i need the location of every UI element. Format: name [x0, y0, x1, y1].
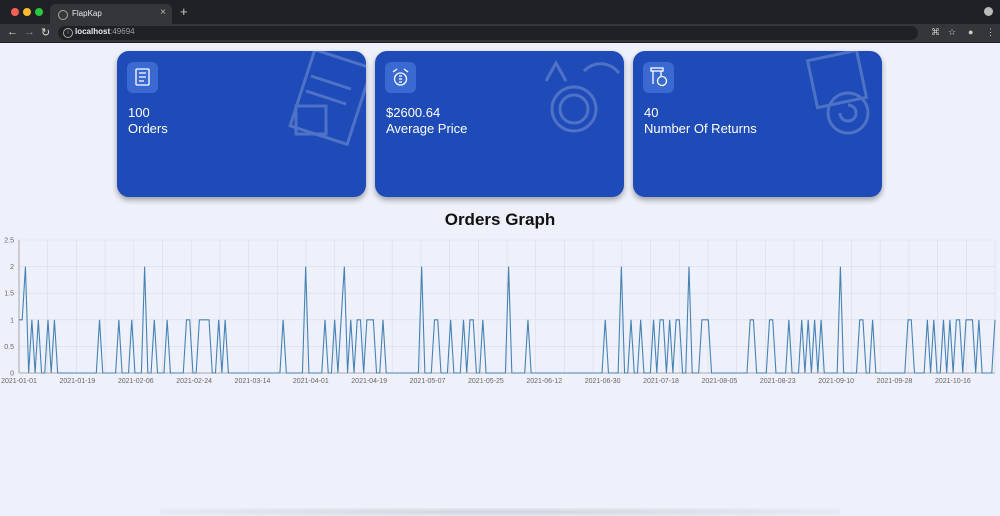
x-tick-label: 2021-03-14 — [235, 378, 271, 385]
close-tab-icon[interactable]: × — [160, 7, 166, 18]
orders-checklist-icon — [127, 62, 158, 93]
close-window-button[interactable] — [11, 8, 19, 16]
profile-icon[interactable]: ● — [968, 27, 973, 37]
y-tick-label: 1.5 — [4, 291, 14, 298]
extension-icon[interactable]: ⌘ — [931, 27, 940, 38]
returns-box-icon — [643, 62, 674, 93]
forward-arrow-icon[interactable]: → — [24, 26, 35, 38]
browser-menu-icon[interactable] — [984, 7, 993, 16]
y-tick-label: 0.5 — [4, 344, 14, 351]
x-tick-label: 2021-02-24 — [176, 378, 212, 385]
orders-label: Orders — [128, 121, 168, 136]
address-bar[interactable]: i localhost:49694 — [58, 26, 918, 40]
x-tick-label: 2021-01-01 — [1, 378, 37, 385]
back-arrow-icon[interactable]: ← — [7, 26, 18, 38]
x-tick-label: 2021-09-28 — [877, 378, 913, 385]
x-tick-label: 2021-08-23 — [760, 378, 796, 385]
site-info-icon[interactable]: i — [63, 28, 73, 38]
x-tick-label: 2021-08-05 — [701, 378, 737, 385]
url-text: localhost:49694 — [75, 27, 135, 36]
orders-card: 100 Orders — [117, 51, 366, 197]
returns-decoration-icon — [805, 51, 870, 135]
orders-line-chart: 0 0.5 1 1.5 2 2.5 2021-01-01 2021-01-19 2021-02-… — [1, 238, 996, 385]
y-tick-label: 0 — [10, 371, 14, 378]
orders-decoration-icon — [288, 51, 366, 147]
price-money-icon — [385, 62, 416, 93]
page-bottom-shadow — [160, 508, 840, 516]
returns-card: 40 Number Of Returns — [633, 51, 882, 197]
y-tick-label: 2 — [10, 264, 14, 271]
x-tick-label: 2021-02-06 — [118, 378, 154, 385]
returns-value: 40 — [644, 105, 659, 120]
minimize-window-button[interactable] — [23, 8, 31, 16]
x-tick-label: 2021-01-19 — [59, 378, 95, 385]
x-tick-label: 2021-04-01 — [293, 378, 329, 385]
maximize-window-button[interactable] — [35, 8, 43, 16]
more-menu-icon[interactable]: ⋮ — [986, 27, 995, 38]
y-tick-label: 2.5 — [4, 238, 14, 245]
x-tick-label: 2021-04-19 — [351, 378, 387, 385]
x-tick-label: 2021-06-12 — [526, 378, 562, 385]
orders-value: 100 — [128, 105, 150, 120]
y-tick-label: 1 — [10, 317, 14, 324]
x-tick-label: 2021-05-07 — [410, 378, 446, 385]
price-decoration-icon — [544, 59, 621, 133]
new-tab-button[interactable]: + — [180, 4, 188, 19]
x-tick-label: 2021-06-30 — [585, 378, 621, 385]
browser-tab-bar: FlapKap × + — [0, 0, 1000, 24]
x-tick-label: 2021-05-25 — [468, 378, 504, 385]
globe-icon — [58, 10, 68, 20]
bookmark-star-icon[interactable]: ☆ — [948, 27, 956, 38]
x-tick-label: 2021-09-10 — [818, 378, 854, 385]
tab-title: FlapKap — [72, 9, 102, 18]
reload-icon[interactable]: ↻ — [41, 26, 50, 39]
browser-tab[interactable]: FlapKap × — [50, 4, 172, 24]
x-tick-label: 2021-10-16 — [935, 378, 971, 385]
average-price-label: Average Price — [386, 121, 468, 136]
average-price-card: $2600.64 Average Price — [375, 51, 624, 197]
browser-toolbar: ← → ↻ i localhost:49694 ⌘ ☆ ● ⋮ — [0, 24, 1000, 43]
returns-label: Number Of Returns — [644, 121, 757, 136]
x-tick-label: 2021-07-18 — [643, 378, 679, 385]
average-price-value: $2600.64 — [386, 105, 441, 120]
orders-graph-title: Orders Graph — [444, 210, 556, 229]
